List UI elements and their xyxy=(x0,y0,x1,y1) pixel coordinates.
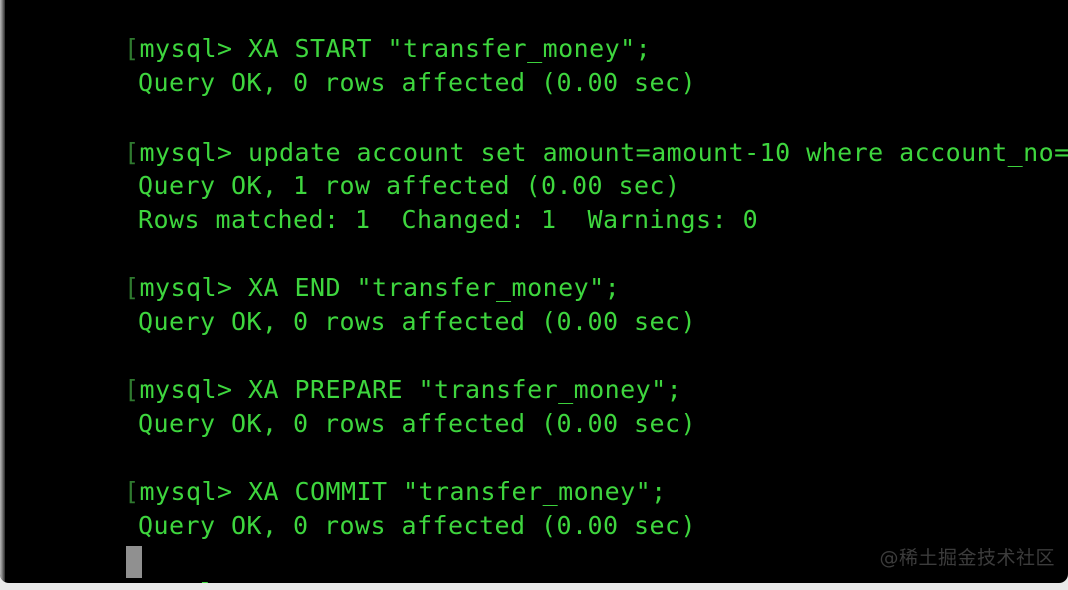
terminal-line: [mysql> XA COMMIT "transfer_money"; xyxy=(0,447,667,506)
terminal-line: Query OK, 0 rows affected (0.00 sec) xyxy=(0,38,696,97)
terminal-line: [mysql> XA PREPARE "transfer_money"; xyxy=(0,345,682,404)
text-cursor xyxy=(126,546,142,578)
terminal-line: Query OK, 0 rows affected (0.00 sec) xyxy=(0,379,696,438)
terminal-line: [mysql> XA END "transfer_money"; xyxy=(0,243,620,302)
terminal-line: Query OK, 1 row affected (0.00 sec) xyxy=(0,141,681,200)
terminal-line: [mysql> update account set amount=amount… xyxy=(0,108,1068,167)
page-surface: [mysql> XA START "transfer_money"; Query… xyxy=(0,0,1068,590)
terminal-line: [mysql> XA START "transfer_money"; xyxy=(0,4,651,63)
terminal-line-text: Rows matched: 1 Changed: 1 Warnings: 0 xyxy=(138,205,759,234)
window-bottom-strip xyxy=(0,583,1068,590)
terminal-line: Rows matched: 1 Changed: 1 Warnings: 0 xyxy=(0,175,758,234)
terminal-line-text: Query OK, 0 rows affected (0.00 sec) xyxy=(138,68,697,97)
terminal-screen[interactable]: [mysql> XA START "transfer_money"; Query… xyxy=(0,0,1068,583)
terminal-current-prompt[interactable]: mysql> xyxy=(0,548,247,583)
terminal-line-text: Query OK, 0 rows affected (0.00 sec) xyxy=(138,307,697,336)
terminal-line: Query OK, 0 rows affected (0.00 sec) xyxy=(0,481,696,540)
terminal-line-text: Query OK, 0 rows affected (0.00 sec) xyxy=(138,409,697,438)
terminal-line: Query OK, 0 rows affected (0.00 sec) xyxy=(0,277,696,336)
terminal-line-text: Query OK, 0 rows affected (0.00 sec) xyxy=(138,511,697,540)
terminal-window[interactable]: [mysql> XA START "transfer_money"; Query… xyxy=(0,0,1068,583)
watermark-label: @稀土掘金技术社区 xyxy=(879,547,1055,569)
